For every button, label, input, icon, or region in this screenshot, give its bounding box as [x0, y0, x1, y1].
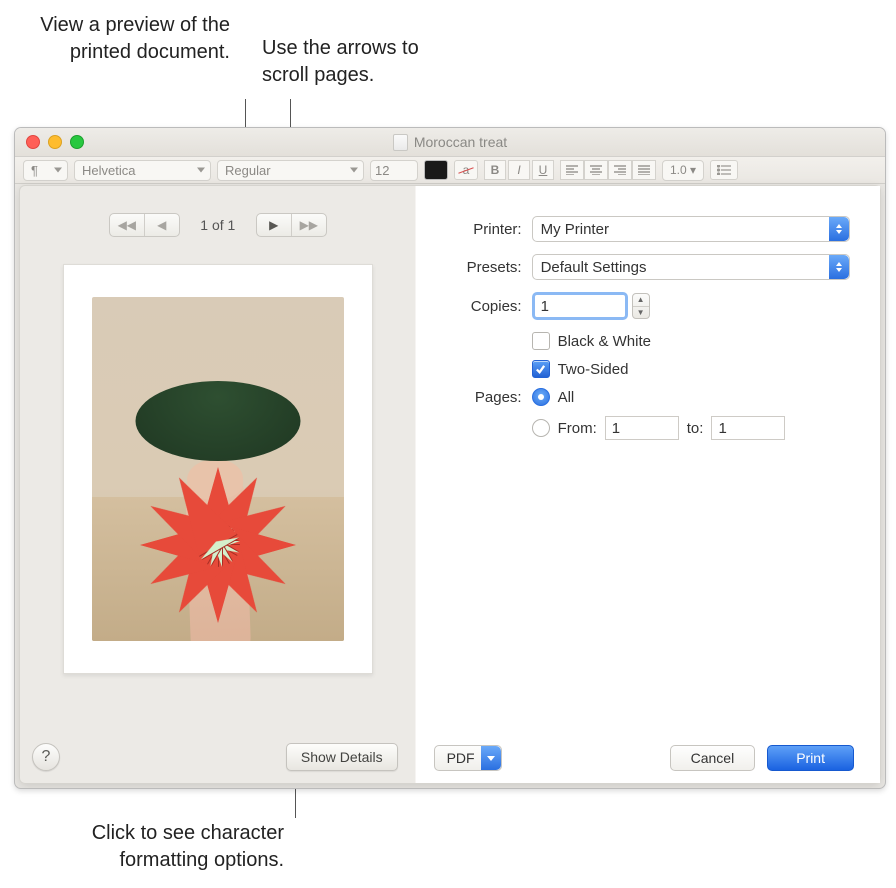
chevron-down-icon: [481, 746, 501, 770]
italic-button[interactable]: I: [508, 160, 530, 180]
document-icon: [393, 134, 408, 151]
pages-from-value: 1: [612, 420, 620, 437]
callout-show-details: Click to see character formatting option…: [14, 820, 284, 874]
presets-select[interactable]: Default Settings: [532, 254, 850, 280]
font-size-value: 12: [375, 163, 389, 178]
align-left-button[interactable]: [560, 160, 584, 180]
cancel-button[interactable]: Cancel: [670, 745, 756, 771]
pages-all-radio[interactable]: [532, 388, 550, 406]
titlebar: Moroccan treat: [15, 128, 885, 157]
pages-from-label: From:: [558, 420, 597, 437]
pages-to-value: 1: [718, 420, 726, 437]
paragraph-style-popup[interactable]: ¶: [23, 160, 68, 181]
line-spacing-value: 1.0: [670, 163, 687, 177]
close-icon[interactable]: [26, 135, 40, 149]
callout-arrows: Use the arrows to scroll pages.: [262, 35, 442, 89]
help-button[interactable]: ?: [32, 743, 60, 771]
printer-select[interactable]: My Printer: [532, 216, 850, 242]
align-right-button[interactable]: [608, 160, 632, 180]
pages-from-input[interactable]: 1: [605, 416, 679, 440]
strike-letter: a: [463, 163, 470, 177]
document-title: Moroccan treat: [414, 134, 507, 150]
preview-page-counter: 1 of 1: [188, 217, 248, 233]
font-size-field[interactable]: 12: [370, 160, 418, 181]
font-style-popup[interactable]: Regular: [217, 160, 364, 181]
copies-stepper[interactable]: ▲ ▼: [632, 293, 650, 319]
presets-label: Presets:: [434, 259, 522, 276]
callout-preview: View a preview of the printed document.: [30, 12, 230, 66]
preview-page: [63, 264, 373, 674]
preview-next-page-button[interactable]: ▶: [257, 214, 291, 236]
stepper-up-icon[interactable]: ▲: [633, 294, 649, 307]
select-arrows-icon: [829, 217, 849, 241]
copies-label: Copies:: [434, 298, 522, 315]
print-dialog: ◀◀ ◀ 1 of 1 ▶ ▶▶: [19, 185, 881, 784]
preview-forward-group: ▶ ▶▶: [256, 213, 327, 237]
printer-value: My Printer: [541, 221, 609, 238]
maximize-icon[interactable]: [70, 135, 84, 149]
print-button[interactable]: Print: [767, 745, 854, 771]
font-family-popup[interactable]: Helvetica: [74, 160, 211, 181]
copies-input[interactable]: 1: [532, 292, 628, 320]
preview-prev-page-button[interactable]: ◀: [144, 214, 179, 236]
align-justify-button[interactable]: [632, 160, 656, 180]
two-sided-label: Two-Sided: [558, 361, 629, 378]
printer-label: Printer:: [434, 221, 522, 238]
bold-button[interactable]: B: [484, 160, 506, 180]
line-spacing-popup[interactable]: 1.0 ▾: [662, 160, 704, 181]
black-white-checkbox[interactable]: [532, 332, 550, 350]
black-white-label: Black & White: [558, 333, 651, 350]
preview-last-page-button[interactable]: ▶▶: [291, 214, 326, 236]
print-options-panel: Printer: My Printer Presets: Default Set…: [416, 186, 880, 783]
select-arrows-icon: [829, 255, 849, 279]
minimize-icon[interactable]: [48, 135, 62, 149]
pages-range-radio[interactable]: [532, 419, 550, 437]
align-center-button[interactable]: [584, 160, 608, 180]
pages-all-label: All: [558, 389, 575, 406]
text-color-swatch[interactable]: [424, 160, 448, 180]
preview-first-page-button[interactable]: ◀◀: [110, 214, 144, 236]
app-window: Moroccan treat ¶ Helvetica Regular 12 a …: [14, 127, 886, 789]
pages-to-input[interactable]: 1: [711, 416, 785, 440]
format-toolbar: ¶ Helvetica Regular 12 a B I U 1.0 ▾: [15, 157, 885, 184]
presets-value: Default Settings: [541, 259, 647, 276]
preview-back-group: ◀◀ ◀: [109, 213, 180, 237]
preview-image: [92, 297, 344, 641]
pages-to-label: to:: [687, 420, 704, 437]
two-sided-checkbox[interactable]: [532, 360, 550, 378]
window-controls: [15, 135, 84, 149]
pdf-popup[interactable]: PDF: [434, 745, 502, 771]
list-style-button[interactable]: [710, 160, 738, 180]
stepper-down-icon[interactable]: ▼: [633, 307, 649, 319]
copies-value: 1: [541, 298, 549, 315]
pages-label: Pages:: [434, 388, 522, 440]
show-details-button[interactable]: Show Details: [286, 743, 398, 771]
strike-color-button[interactable]: a: [454, 160, 478, 180]
underline-button[interactable]: U: [532, 160, 554, 180]
preview-panel: ◀◀ ◀ 1 of 1 ▶ ▶▶: [20, 186, 416, 783]
pdf-label: PDF: [447, 750, 475, 766]
